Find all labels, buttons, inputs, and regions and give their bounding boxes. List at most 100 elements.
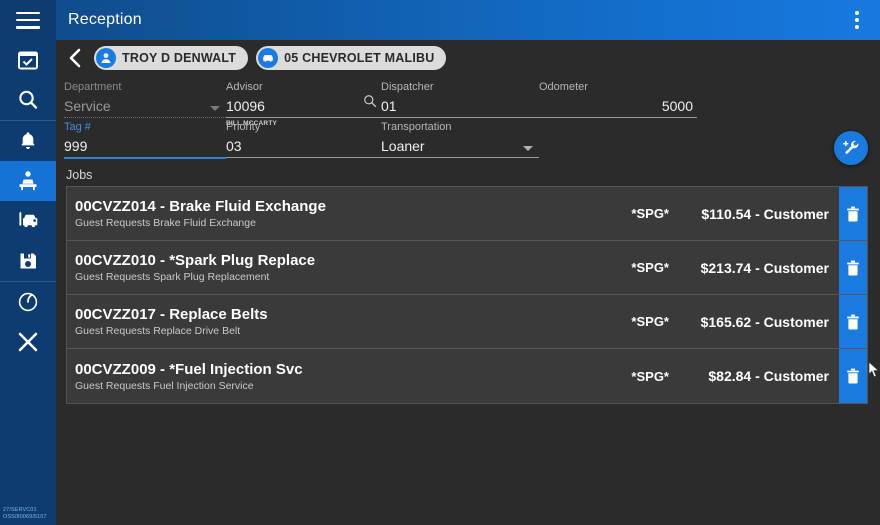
job-code: *SPG* [631,260,669,275]
advisor-field[interactable]: Advisor 10096 BILL MCCARTY [226,80,381,127]
sidebar-item-save[interactable] [0,241,56,281]
service-form: Department Service Advisor 10096 BILL MC… [56,76,880,160]
build-status-code: 27/SERVC01 OSS/80069/5107 [3,507,47,521]
main-panel: Reception TROY D DENWALT 05 CHEVROLET MA… [56,0,880,525]
delete-job-button[interactable] [839,187,867,240]
jobs-section-label: Jobs [66,168,93,182]
jobs-list: 00CVZZ014 - Brake Fluid Exchange Guest R… [66,186,868,404]
priority-label: Priority [226,121,261,133]
vehicle-chip-label: 05 CHEVROLET MALIBU [284,51,435,65]
dispatcher-value: 01 [381,98,397,114]
job-info: 00CVZZ014 - Brake Fluid Exchange Guest R… [67,187,621,240]
job-subtitle: Guest Requests Brake Fluid Exchange [75,217,256,229]
close-x-icon [18,332,38,352]
sidebar-item-gauge[interactable] [0,282,56,322]
advisor-value: 10096 [226,98,265,114]
department-label: Department [64,81,122,93]
kebab-menu-button[interactable] [848,9,866,31]
status-code-line1: 27/SERVC01 [3,507,37,513]
job-price: $110.54 - Customer [701,205,829,222]
tag-field[interactable]: Tag # 999 [64,120,226,160]
job-price: $82.84 - Customer [708,368,829,384]
form-row-2: Tag # 999 Priority 03 Transportation Loa… [56,120,880,160]
page-title: Reception [68,11,142,28]
hamburger-menu-button[interactable] [0,0,56,40]
delete-job-button[interactable] [839,241,867,294]
person-icon [96,48,116,68]
job-code: *SPG* [631,206,669,221]
job-title: 00CVZZ014 - Brake Fluid Exchange [75,198,326,215]
sidebar-item-reception[interactable] [0,161,56,201]
department-value: Service [64,98,111,114]
job-title: 00CVZZ009 - *Fuel Injection Svc [75,360,303,378]
back-button[interactable] [64,45,86,71]
sidebar-item-notifications[interactable] [0,121,56,161]
department-underline [64,117,226,118]
table-row[interactable]: 00CVZZ017 - Replace Belts Guest Requests… [67,295,867,349]
job-code: *SPG* [631,368,669,384]
vehicle-chip[interactable]: 05 CHEVROLET MALIBU [256,46,447,70]
delete-job-button[interactable] [839,349,867,403]
tag-value: 999 [64,138,88,154]
breadcrumb: TROY D DENWALT 05 CHEVROLET MALIBU [56,40,880,76]
transportation-value: Loaner [381,138,425,154]
trash-icon [847,260,859,275]
title-bar: Reception [56,0,880,40]
sidebar-item-close[interactable] [0,322,56,362]
job-info: 00CVZZ017 - Replace Belts Guest Requests… [67,295,621,348]
job-price: $213.74 - Customer [700,259,829,276]
priority-underline [226,157,381,158]
vehicle-writeup-icon [19,211,38,228]
advisor-underline [226,117,381,118]
priority-field[interactable]: Priority 03 [226,120,381,160]
job-subtitle: Guest Requests Spark Plug Replacement [75,271,270,283]
app-window: 27/SERVC01 OSS/80069/5107 Reception TROY… [0,0,880,525]
transportation-field[interactable]: Transportation Loaner [381,120,539,160]
sidebar-item-appointments[interactable] [0,40,56,80]
bell-icon [21,132,35,149]
add-job-fab[interactable] [834,131,868,165]
delete-job-button[interactable] [839,295,867,348]
transportation-label: Transportation [381,121,452,133]
odometer-value: 5000 [661,98,693,114]
gauge-icon [18,292,38,312]
job-title: 00CVZZ017 - Replace Belts [75,306,268,323]
sidebar-item-vehicle-writeup[interactable] [0,201,56,241]
wrench-plus-icon [843,140,859,155]
form-row-1: Department Service Advisor 10096 BILL MC… [56,80,880,127]
department-field[interactable]: Department Service [64,80,226,120]
tag-underline [64,157,226,159]
kebab-dot-3 [855,25,859,29]
job-subtitle: Guest Requests Replace Drive Belt [75,325,241,337]
job-info: 00CVZZ010 - *Spark Plug Replace Guest Re… [67,241,621,294]
table-row[interactable]: 00CVZZ010 - *Spark Plug Replace Guest Re… [67,241,867,295]
trash-icon [847,314,859,329]
kebab-dot-1 [855,11,859,15]
job-info: 00CVZZ009 - *Fuel Injection Svc Guest Re… [67,349,621,403]
table-row[interactable]: 00CVZZ009 - *Fuel Injection Svc Guest Re… [67,349,867,403]
job-code: *SPG* [631,314,669,329]
reception-desk-icon [19,171,37,191]
sidebar-item-search[interactable] [0,80,56,120]
left-sidebar: 27/SERVC01 OSS/80069/5107 [0,0,56,525]
dispatcher-field[interactable]: Dispatcher 01 [381,80,539,120]
save-disk-icon [20,253,36,269]
customer-chip-label: TROY D DENWALT [122,51,237,65]
table-row[interactable]: 00CVZZ014 - Brake Fluid Exchange Guest R… [67,187,867,241]
back-chevron-icon [69,48,81,68]
tag-label: Tag # [64,121,91,133]
advisor-label: Advisor [226,81,263,93]
priority-value: 03 [226,138,242,154]
advisor-search-icon[interactable] [363,94,377,113]
kebab-dot-2 [855,18,859,22]
odometer-field[interactable]: Odometer 5000 [539,80,697,120]
status-code-line2: OSS/80069/5107 [3,514,47,520]
job-title: 00CVZZ010 - *Spark Plug Replace [75,252,316,269]
chevron-down-icon [210,106,220,111]
trash-icon [847,206,859,221]
customer-chip[interactable]: TROY D DENWALT [94,46,249,70]
transportation-underline [381,157,539,158]
chevron-down-icon[interactable] [523,146,533,151]
car-icon [258,48,279,68]
mouse-cursor [868,361,880,384]
